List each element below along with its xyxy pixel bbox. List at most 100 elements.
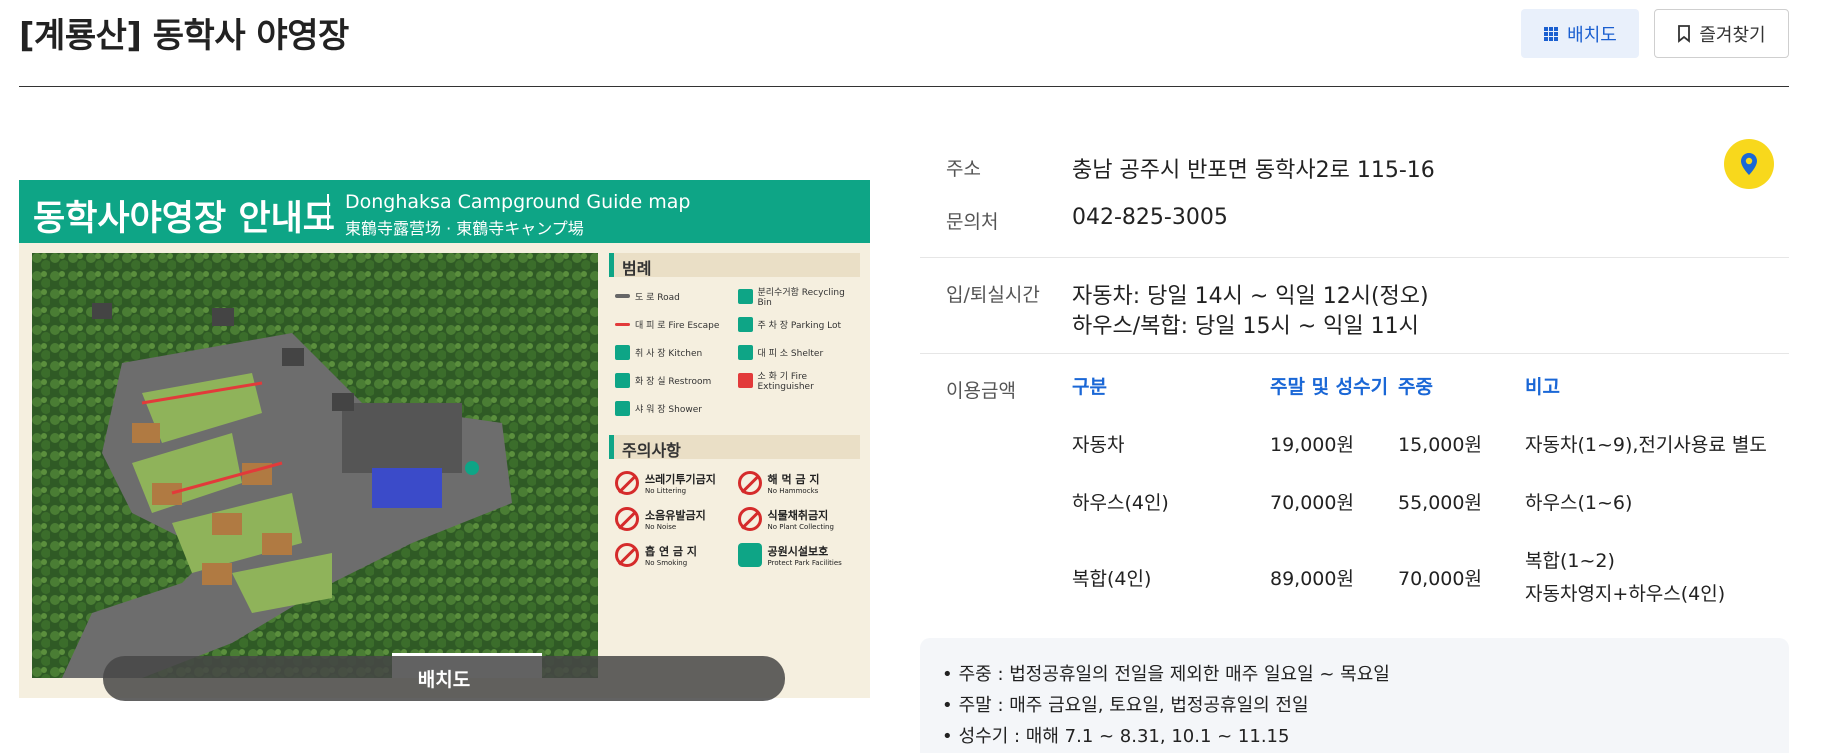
grid-icon — [1544, 26, 1559, 41]
info-divider — [920, 257, 1789, 258]
caution-item: 공원시설보호 Protect Park Facilities — [737, 541, 855, 569]
map-title-ko: 동학사야영장 안내도 — [33, 199, 335, 239]
map-title-separator — [327, 194, 329, 230]
price-row-note: 자동차(1~9),전기사용료 별도 — [1525, 434, 1767, 456]
legend-item: 소 화 기 Fire Extinguisher — [737, 369, 855, 392]
caution-label: 소음유발금지 — [645, 509, 706, 522]
price-row-note: 복합(1~2) — [1525, 550, 1615, 572]
price-header-note: 비고 — [1525, 376, 1560, 398]
caution-label: 식물채취금지 — [767, 509, 829, 522]
bookmark-icon — [1678, 24, 1691, 43]
no-plant-icon — [737, 507, 762, 531]
map-legend: 범례 도 로 Road 분리수거함 Recycling Bin 대 피 로 Fi… — [609, 253, 860, 678]
legend-label: 대 피 소 Shelter — [757, 348, 824, 359]
price-row-type: 자동차 — [1072, 434, 1125, 456]
price-row-weekday: 15,000원 — [1398, 434, 1482, 456]
legend-item: 도 로 Road — [615, 285, 732, 307]
address-value: 충남 공주시 반포면 동학사2로 115-16 — [1072, 158, 1435, 183]
shelter-icon — [737, 344, 753, 360]
map-pin-icon — [1741, 153, 1757, 175]
notice-item: 성수기 : 매해 7.1 ~ 8.31, 10.1 ~ 11.15 — [942, 722, 1290, 748]
legend-item: 대 피 로 Fire Escape — [615, 313, 732, 335]
price-row-note: 하우스(1~6) — [1525, 492, 1633, 514]
caution-label: 쓰레기투기금지 — [645, 473, 716, 486]
map-title-cjk: 東鶴寺露营场 · 東鶴寺キャンプ場 — [345, 219, 584, 238]
notice-item: 주중 : 법정공휴일의 전일을 제외한 매주 일요일 ~ 목요일 — [942, 660, 1390, 686]
protect-icon — [737, 543, 762, 567]
no-smoking-icon — [615, 543, 639, 567]
checkin-line-1: 자동차: 당일 14시 ~ 익일 12시(정오) — [1072, 284, 1429, 309]
legend-item: 샤 워 장 Shower — [615, 397, 732, 419]
address-label: 주소 — [946, 158, 981, 180]
map-header: 동학사야영장 안내도 Donghaksa Campground Guide ma… — [19, 180, 870, 243]
favorite-button[interactable]: 즐겨찾기 — [1654, 9, 1789, 58]
shower-icon — [615, 400, 630, 416]
price-row-note: 자동차영지+하우스(4인) — [1525, 583, 1726, 605]
legend-item: 대 피 소 Shelter — [737, 341, 855, 363]
caution-item: 쓰레기투기금지 No Littering — [615, 469, 732, 497]
map-title-en: Donghaksa Campground Guide map — [345, 191, 691, 213]
legend-item: 취 사 장 Kitchen — [615, 341, 732, 363]
no-hammock-icon — [737, 471, 762, 495]
caution-sub: No Littering — [645, 487, 687, 495]
no-noise-icon — [615, 507, 639, 531]
page-title: [계룡산] 동학사 야영장 — [19, 16, 349, 56]
caution-sub: No Plant Collecting — [767, 523, 834, 531]
campground-map-image[interactable]: 동학사야영장 안내도 Donghaksa Campground Guide ma… — [19, 180, 870, 698]
price-header-type: 구분 — [1072, 376, 1107, 398]
map-caption: 배치도 — [103, 656, 785, 701]
checkin-label: 입/퇴실시간 — [946, 284, 1040, 306]
location-pin-button[interactable] — [1724, 139, 1774, 189]
legend-label: 샤 워 장 Shower — [635, 404, 702, 415]
favorite-button-label: 즐겨찾기 — [1699, 24, 1766, 46]
caution-label: 해 먹 금 지 — [767, 473, 820, 486]
caution-item: 소음유발금지 No Noise — [615, 505, 732, 533]
restroom-icon — [615, 372, 630, 388]
legend-label: 대 피 로 Fire Escape — [635, 320, 720, 331]
caution-item: 흡 연 금 지 No Smoking — [615, 541, 732, 569]
no-littering-icon — [615, 471, 639, 495]
price-row-type: 복합(4인) — [1072, 568, 1152, 590]
caution-title: 주의사항 — [609, 435, 860, 460]
contact-value: 042-825-3005 — [1072, 205, 1228, 230]
price-row-weekday: 70,000원 — [1398, 568, 1482, 590]
price-row-weekend: 19,000원 — [1270, 434, 1354, 456]
legend-label: 화 장 실 Restroom — [635, 376, 712, 387]
caution-item: 식물채취금지 No Plant Collecting — [737, 505, 855, 533]
aerial-illustration — [32, 253, 598, 678]
parking-icon — [737, 316, 753, 332]
info-divider — [920, 353, 1789, 354]
checkin-line-2: 하우스/복합: 당일 15시 ~ 익일 11시 — [1072, 314, 1419, 339]
caution-item: 해 먹 금 지 No Hammocks — [737, 469, 855, 497]
legend-item: 분리수거함 Recycling Bin — [737, 285, 855, 308]
road-icon — [615, 294, 630, 298]
map-button-label: 배치도 — [1567, 24, 1617, 46]
legend-label: 분리수거함 Recycling Bin — [757, 287, 845, 308]
price-row-weekend: 89,000원 — [1270, 568, 1354, 590]
price-row-weekend: 70,000원 — [1270, 492, 1354, 514]
price-label: 이용금액 — [946, 380, 1016, 402]
recycle-icon — [737, 288, 753, 304]
map-button[interactable]: 배치도 — [1521, 9, 1639, 58]
legend-title: 범례 — [609, 253, 860, 278]
price-row-type: 하우스(4인) — [1072, 492, 1169, 514]
legend-item: 주 차 장 Parking Lot — [737, 313, 855, 335]
caution-sub: No Hammocks — [767, 487, 819, 495]
caution-sub: No Smoking — [645, 559, 688, 567]
caution-sub: Protect Park Facilities — [767, 559, 842, 567]
title-divider — [19, 86, 1789, 87]
legend-label: 소 화 기 Fire Extinguisher — [757, 371, 814, 392]
legend-label: 주 차 장 Parking Lot — [757, 320, 842, 331]
caution-sub: No Noise — [645, 523, 677, 531]
kitchen-icon — [615, 344, 630, 360]
contact-label: 문의처 — [946, 211, 999, 233]
caution-label: 공원시설보호 — [767, 545, 829, 558]
legend-item: 화 장 실 Restroom — [615, 369, 732, 391]
price-header-weekend: 주말 및 성수기 — [1270, 376, 1389, 398]
price-row-weekday: 55,000원 — [1398, 492, 1482, 514]
extinguisher-icon — [737, 372, 753, 388]
legend-label: 취 사 장 Kitchen — [635, 348, 703, 359]
notice-item: 주말 : 매주 금요일, 토요일, 법정공휴일의 전일 — [942, 691, 1309, 717]
legend-label: 도 로 Road — [635, 292, 680, 303]
aerial-map — [32, 253, 598, 678]
